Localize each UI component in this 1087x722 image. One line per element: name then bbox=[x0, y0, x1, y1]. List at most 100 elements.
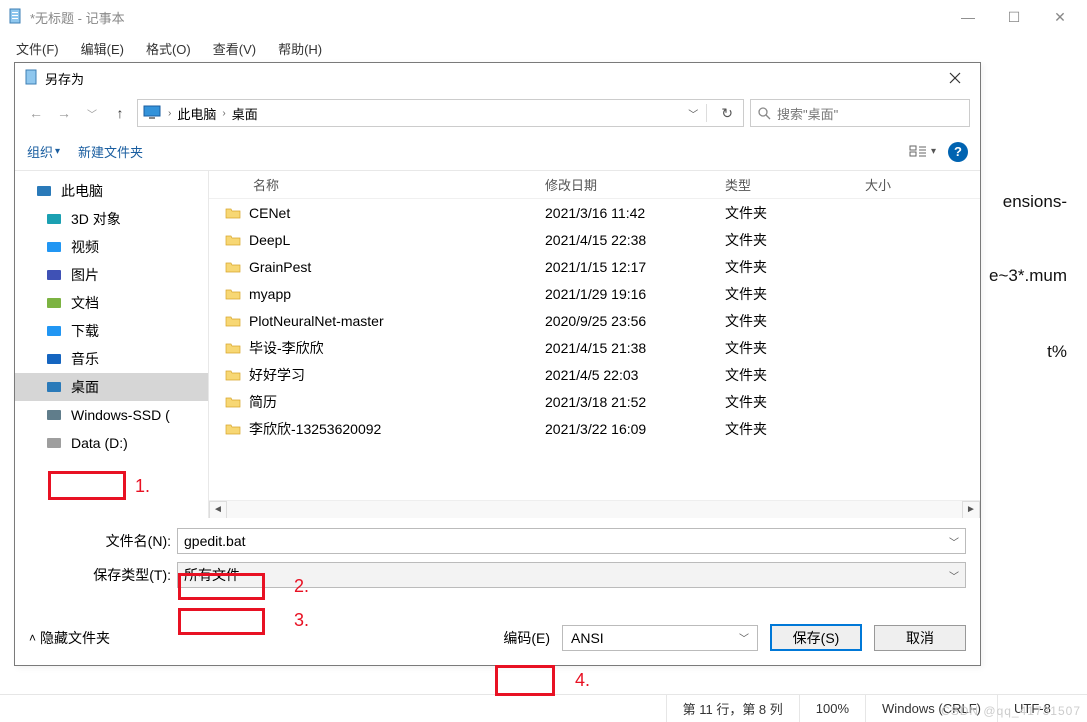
file-date: 2021/1/15 12:17 bbox=[529, 259, 709, 275]
address-bar[interactable]: › 此电脑 › 桌面 ﹀ ↻ bbox=[137, 99, 744, 127]
file-name: 简历 bbox=[249, 392, 277, 412]
view-options-button[interactable]: ▾ bbox=[909, 145, 936, 159]
tree-item[interactable]: 此电脑 bbox=[15, 177, 208, 205]
folder-icon bbox=[225, 368, 241, 382]
file-name: CENet bbox=[249, 205, 290, 221]
tree-item-icon bbox=[35, 182, 53, 200]
scroll-right-button[interactable]: ► bbox=[962, 501, 980, 519]
watermark: CSDN @qq_41731507 bbox=[941, 704, 1081, 718]
tree-item-icon bbox=[45, 266, 63, 284]
tree-item[interactable]: 文档 bbox=[15, 289, 208, 317]
breadcrumb-desktop[interactable]: 桌面 bbox=[232, 104, 258, 123]
bg-text-2: e~3*.mum bbox=[989, 266, 1067, 286]
nav-back-button[interactable]: ← bbox=[25, 102, 47, 124]
search-input[interactable]: 搜索"桌面" bbox=[750, 99, 970, 127]
help-button[interactable]: ? bbox=[948, 142, 968, 162]
tree-item-icon bbox=[45, 210, 63, 228]
tree-item[interactable]: 音乐 bbox=[15, 345, 208, 373]
file-row[interactable]: DeepL 2021/4/15 22:38 文件夹 bbox=[209, 226, 980, 253]
file-name: 李欣欣-13253620092 bbox=[249, 419, 381, 439]
action-row: ˄ 隐藏文件夹 编码(E) ANSI ﹀ 保存(S) 取消 bbox=[15, 596, 980, 665]
file-row[interactable]: 好好学习 2021/4/5 22:03 文件夹 bbox=[209, 361, 980, 388]
close-button[interactable]: ✕ bbox=[1037, 2, 1083, 32]
menu-help[interactable]: 帮助(H) bbox=[272, 37, 328, 60]
tree-item-label: 图片 bbox=[71, 265, 99, 285]
file-date: 2021/3/16 11:42 bbox=[529, 205, 709, 221]
file-row[interactable]: 李欣欣-13253620092 2021/3/22 16:09 文件夹 bbox=[209, 415, 980, 442]
col-header-type[interactable]: 类型 bbox=[709, 175, 849, 194]
window-title: *无标题 - 记事本 bbox=[30, 8, 945, 27]
encoding-select[interactable]: ANSI ﹀ bbox=[562, 625, 758, 651]
filetype-value: 所有文件 bbox=[184, 565, 240, 585]
menu-edit[interactable]: 编辑(E) bbox=[75, 37, 130, 60]
col-header-name[interactable]: 名称 bbox=[209, 175, 529, 194]
tree-item[interactable]: Windows-SSD ( bbox=[15, 401, 208, 429]
cancel-button[interactable]: 取消 bbox=[874, 625, 966, 651]
tree-item-label: Data (D:) bbox=[71, 435, 128, 451]
menubar: 文件(F) 编辑(E) 格式(O) 查看(V) 帮助(H) bbox=[0, 34, 1087, 62]
tree-item[interactable]: 视频 bbox=[15, 233, 208, 261]
nav-up-button[interactable]: ↑ bbox=[109, 102, 131, 124]
col-header-size[interactable]: 大小 bbox=[849, 175, 919, 194]
chevron-right-icon: › bbox=[168, 108, 171, 119]
tree-item[interactable]: 桌面 bbox=[15, 373, 208, 401]
menu-file[interactable]: 文件(F) bbox=[10, 37, 65, 60]
tree-item-icon bbox=[45, 434, 63, 452]
tree-item-icon bbox=[45, 350, 63, 368]
maximize-button[interactable]: ☐ bbox=[991, 2, 1037, 32]
chevron-down-icon: ﹀ bbox=[739, 630, 749, 645]
filename-value: gpedit.bat bbox=[184, 533, 246, 549]
file-row[interactable]: PlotNeuralNet-master 2020/9/25 23:56 文件夹 bbox=[209, 307, 980, 334]
file-date: 2021/1/29 19:16 bbox=[529, 286, 709, 302]
menu-view[interactable]: 查看(V) bbox=[207, 37, 262, 60]
file-row[interactable]: myapp 2021/1/29 19:16 文件夹 bbox=[209, 280, 980, 307]
horizontal-scrollbar[interactable]: ◄ ► bbox=[209, 500, 980, 518]
bottom-section: 文件名(N): gpedit.bat ﹀ 保存类型(T): 所有文件 ﹀ bbox=[15, 518, 980, 596]
chevron-down-icon[interactable]: ﹀ bbox=[688, 106, 698, 121]
dialog-close-button[interactable] bbox=[936, 65, 974, 91]
file-row[interactable]: 毕设-李欣欣 2021/4/15 21:38 文件夹 bbox=[209, 334, 980, 361]
chevron-up-icon: ˄ bbox=[29, 631, 36, 645]
hide-folders-toggle[interactable]: ˄ 隐藏文件夹 bbox=[29, 628, 110, 648]
tree-item[interactable]: Data (D:) bbox=[15, 429, 208, 457]
folder-tree: 此电脑 3D 对象视频图片文档下载音乐桌面 Windows-SSD ( Data (D… bbox=[15, 171, 209, 518]
file-type: 文件夹 bbox=[709, 257, 849, 277]
minimize-button[interactable]: — bbox=[945, 2, 991, 32]
nav-forward-button[interactable]: → bbox=[53, 102, 75, 124]
chevron-down-icon[interactable]: ﹀ bbox=[949, 534, 959, 549]
content-row: 此电脑 3D 对象视频图片文档下载音乐桌面 Windows-SSD ( Data (D… bbox=[15, 171, 980, 518]
tree-item[interactable]: 图片 bbox=[15, 261, 208, 289]
filename-input[interactable]: gpedit.bat ﹀ bbox=[177, 528, 966, 554]
file-type: 文件夹 bbox=[709, 419, 849, 439]
hide-folders-label: 隐藏文件夹 bbox=[40, 628, 110, 648]
file-row[interactable]: 简历 2021/3/18 21:52 文件夹 bbox=[209, 388, 980, 415]
notepad-icon bbox=[25, 69, 39, 87]
file-date: 2021/3/22 16:09 bbox=[529, 421, 709, 437]
breadcrumb-pc[interactable]: 此电脑 bbox=[177, 104, 216, 123]
file-name: DeepL bbox=[249, 232, 290, 248]
tree-item-label: 音乐 bbox=[71, 349, 99, 369]
tree-item-label: 桌面 bbox=[71, 377, 99, 397]
file-row[interactable]: GrainPest 2021/1/15 12:17 文件夹 bbox=[209, 253, 980, 280]
file-name: GrainPest bbox=[249, 259, 311, 275]
save-button[interactable]: 保存(S) bbox=[770, 624, 862, 651]
col-header-date[interactable]: 修改日期 bbox=[529, 175, 709, 194]
folder-icon bbox=[225, 341, 241, 355]
filetype-select[interactable]: 所有文件 ﹀ bbox=[177, 562, 966, 588]
new-folder-button[interactable]: 新建文件夹 bbox=[78, 142, 143, 161]
file-type: 文件夹 bbox=[709, 311, 849, 331]
folder-icon bbox=[225, 233, 241, 247]
menu-format[interactable]: 格式(O) bbox=[140, 37, 197, 60]
nav-recent-button[interactable]: ﹀ bbox=[81, 102, 103, 124]
tree-item-label: 3D 对象 bbox=[71, 209, 121, 229]
folder-icon bbox=[225, 422, 241, 436]
file-list-body: CENet 2021/3/16 11:42 文件夹 DeepL 2021/4/1… bbox=[209, 199, 980, 500]
refresh-button[interactable]: ↻ bbox=[715, 105, 739, 122]
file-type: 文件夹 bbox=[709, 365, 849, 385]
file-row[interactable]: CENet 2021/3/16 11:42 文件夹 bbox=[209, 199, 980, 226]
scroll-left-button[interactable]: ◄ bbox=[209, 501, 227, 519]
filetype-label: 保存类型(T): bbox=[29, 565, 177, 585]
organize-button[interactable]: 组织 ▾ bbox=[27, 142, 60, 161]
tree-item[interactable]: 3D 对象 bbox=[15, 205, 208, 233]
tree-item[interactable]: 下载 bbox=[15, 317, 208, 345]
